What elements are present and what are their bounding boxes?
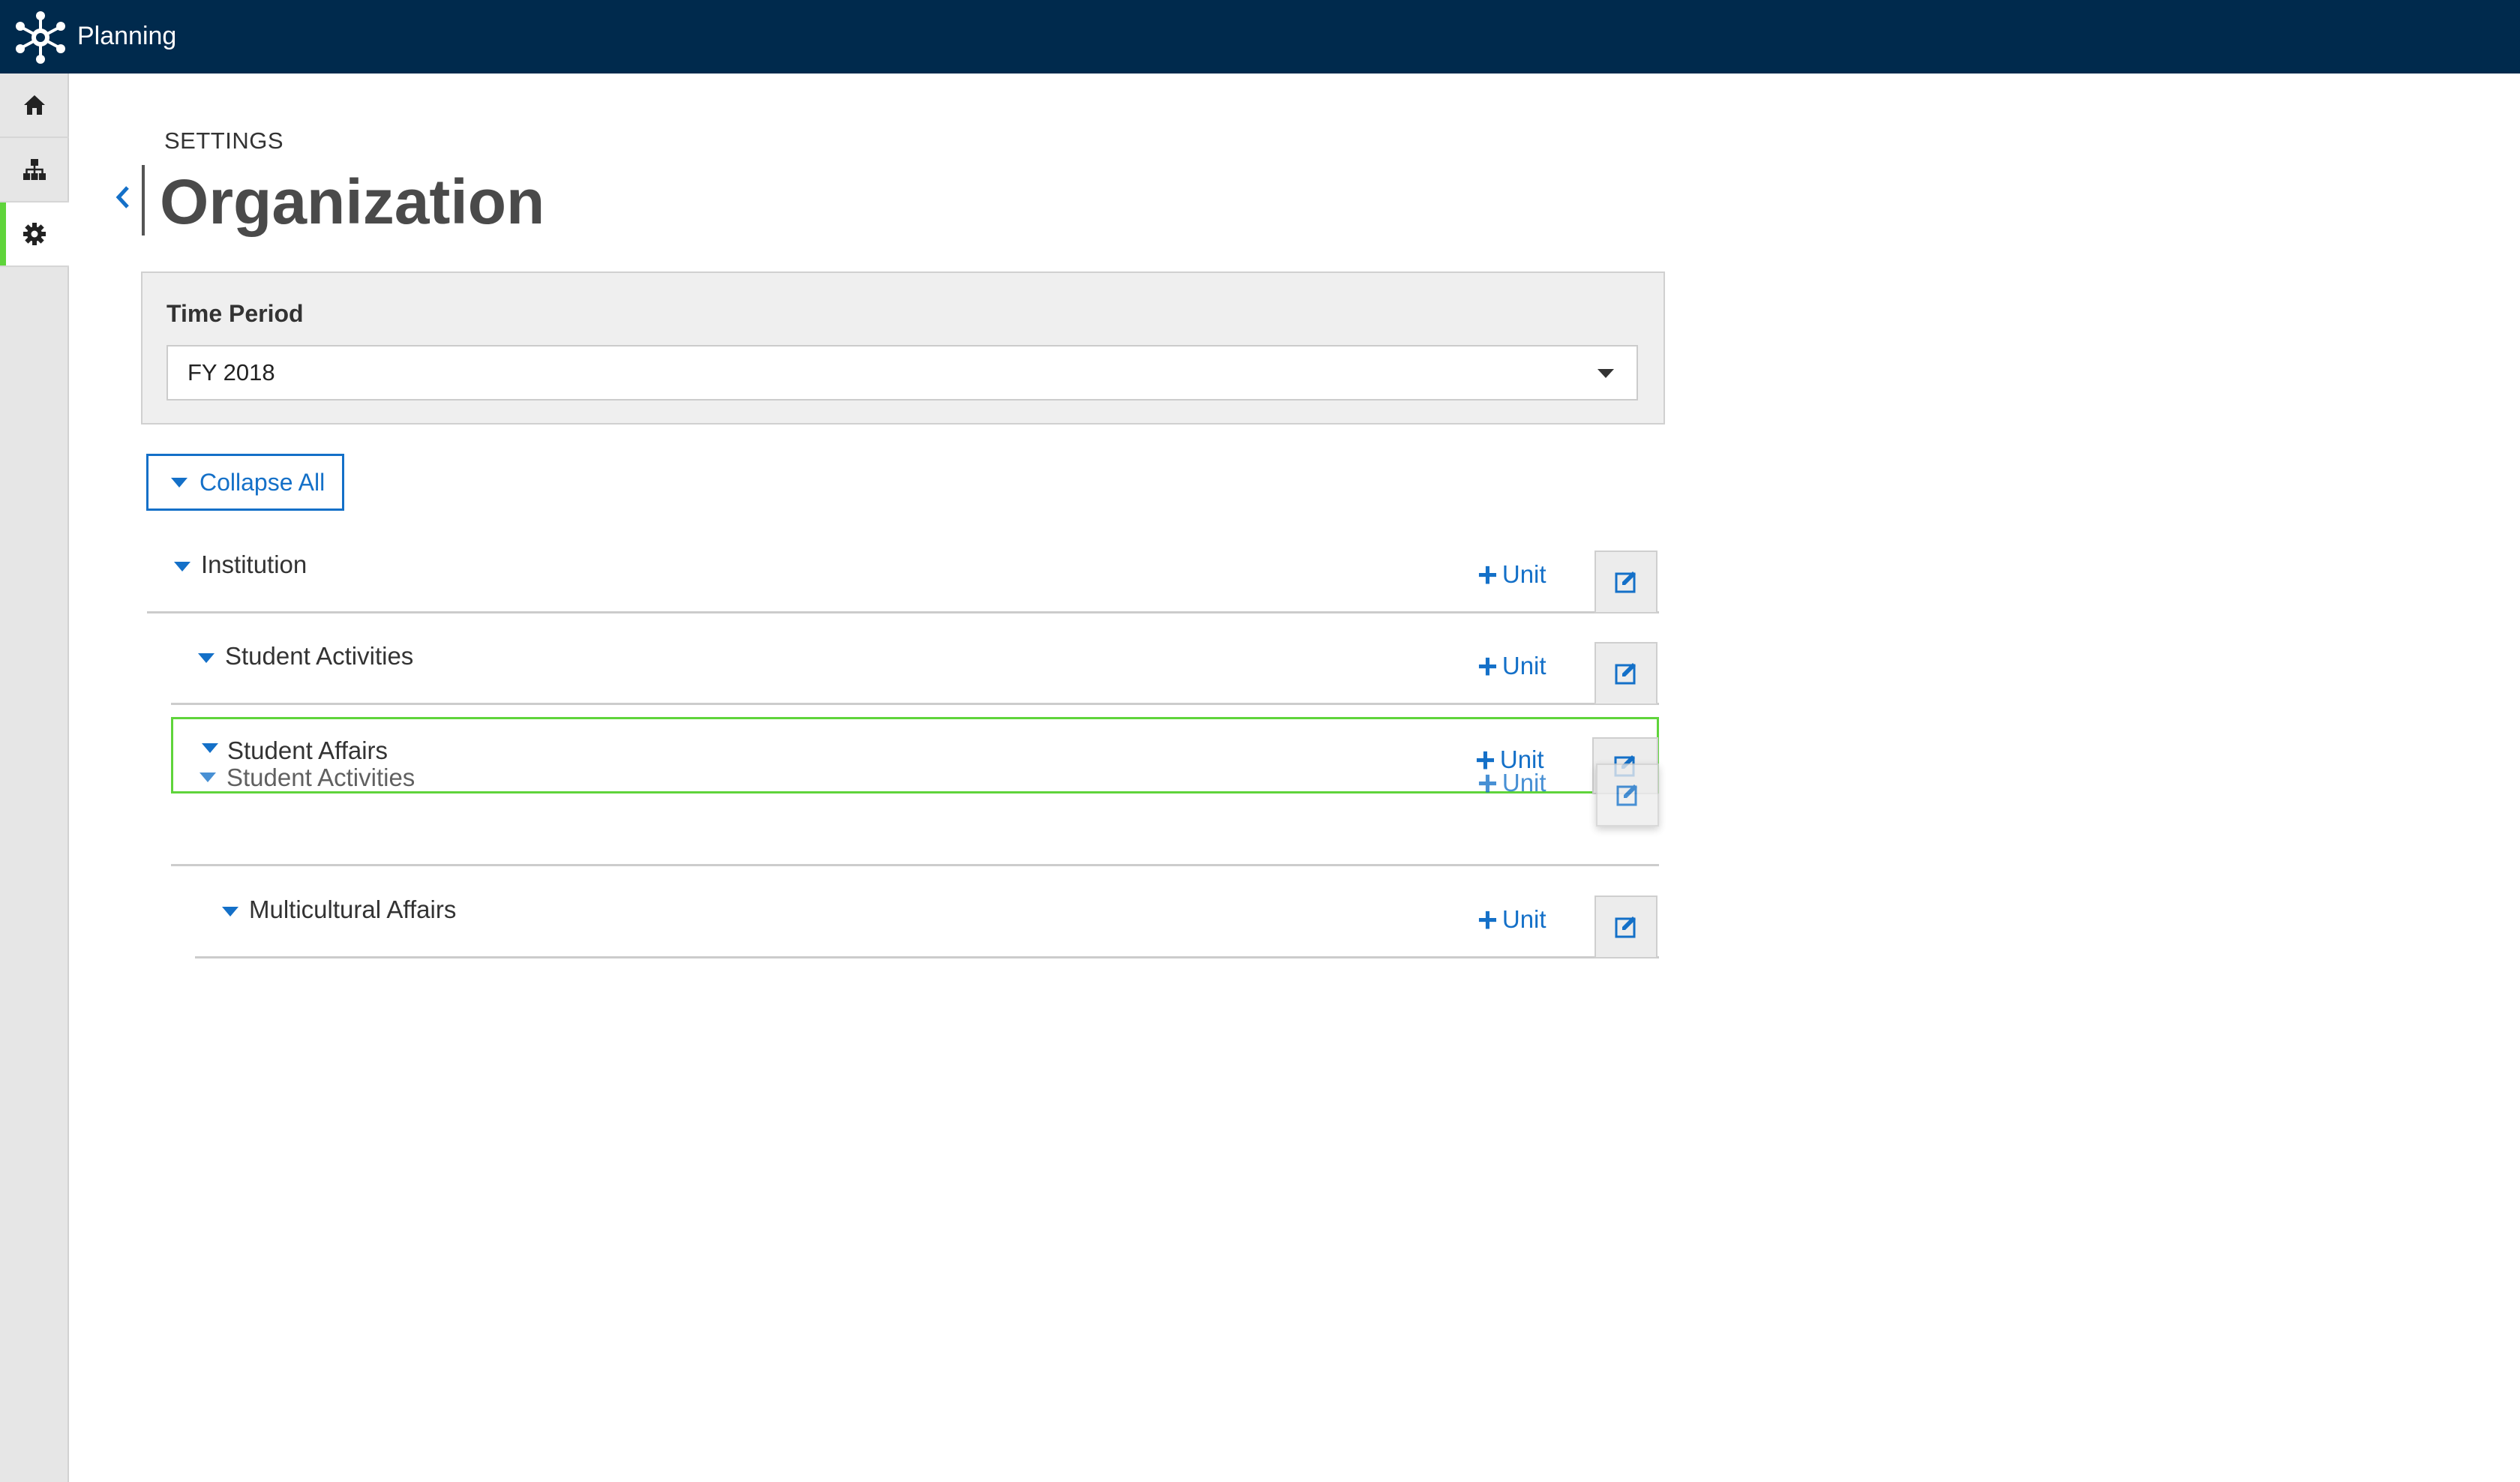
- sidebar-item-settings[interactable]: [0, 202, 69, 267]
- plus-icon: +: [1478, 555, 1498, 594]
- caret-down-icon: [1598, 369, 1614, 378]
- plus-icon: +: [1478, 646, 1498, 686]
- edit-unit-button[interactable]: [1594, 550, 1658, 614]
- home-icon: [24, 95, 45, 115]
- gear-icon: [23, 223, 46, 245]
- section-label: SETTINGS: [164, 128, 284, 154]
- title-divider: [142, 165, 145, 236]
- chevron-left-icon: [116, 186, 129, 208]
- edit-square-icon: [1615, 572, 1636, 593]
- unit-name: Student Activities: [225, 642, 414, 670]
- add-unit-label: Unit: [1502, 652, 1546, 680]
- add-unit-button[interactable]: + Unit: [1478, 900, 1546, 939]
- add-unit-button[interactable]: + Unit: [1478, 646, 1546, 686]
- expand-caret-icon[interactable]: [174, 562, 190, 572]
- add-unit-label: Unit: [1502, 905, 1546, 933]
- edit-square-icon: [1615, 663, 1636, 685]
- caret-down-icon: [171, 477, 188, 488]
- time-period-select[interactable]: FY 2018: [166, 345, 1638, 400]
- add-unit-label: Unit: [1502, 769, 1546, 796]
- time-period-label: Time Period: [166, 300, 304, 327]
- tree-row-multicultural-affairs: Multicultural Affairs + Unit: [195, 890, 1659, 958]
- collapse-all-label: Collapse All: [200, 468, 326, 496]
- expand-caret-icon: [200, 772, 216, 782]
- expand-caret-icon[interactable]: [198, 653, 214, 663]
- add-unit-button[interactable]: + Unit: [1478, 555, 1546, 594]
- row-divider: [171, 864, 1659, 866]
- edit-square-icon: [1615, 916, 1636, 938]
- app-title: Planning: [77, 22, 177, 50]
- expand-caret-icon[interactable]: [222, 907, 238, 916]
- dragged-row-ghost[interactable]: Student Activities + Unit: [171, 758, 1664, 826]
- sidebar: [0, 74, 69, 1482]
- add-unit-button: + Unit: [1478, 764, 1546, 802]
- sidebar-item-hierarchy[interactable]: [0, 138, 69, 202]
- plus-icon: +: [1478, 764, 1498, 802]
- page-title: Organization: [160, 166, 545, 237]
- tree-row-student-activities: Student Activities + Unit: [171, 636, 1659, 705]
- edit-unit-button: [1596, 764, 1659, 826]
- back-button[interactable]: [110, 178, 136, 216]
- unit-name: Multicultural Affairs: [249, 896, 457, 923]
- collapse-all-button[interactable]: Collapse All: [146, 454, 344, 511]
- add-unit-label: Unit: [1502, 560, 1546, 588]
- org-chart-icon: [23, 159, 46, 180]
- tree-row-institution: Institution + Unit: [147, 544, 1659, 614]
- unit-name: Institution: [201, 550, 308, 578]
- time-period-panel: Time Period FY 2018: [141, 272, 1665, 424]
- top-bar: Planning: [0, 0, 2520, 74]
- edit-unit-button[interactable]: [1594, 642, 1658, 705]
- time-period-value: FY 2018: [188, 359, 275, 386]
- network-hub-icon[interactable]: [14, 10, 68, 64]
- expand-caret-icon[interactable]: [202, 743, 218, 753]
- unit-name: Student Activities: [226, 764, 416, 791]
- edit-unit-button[interactable]: [1594, 896, 1658, 958]
- plus-icon: +: [1478, 900, 1498, 939]
- edit-square-icon: [1616, 784, 1637, 806]
- sidebar-item-home[interactable]: [0, 74, 69, 138]
